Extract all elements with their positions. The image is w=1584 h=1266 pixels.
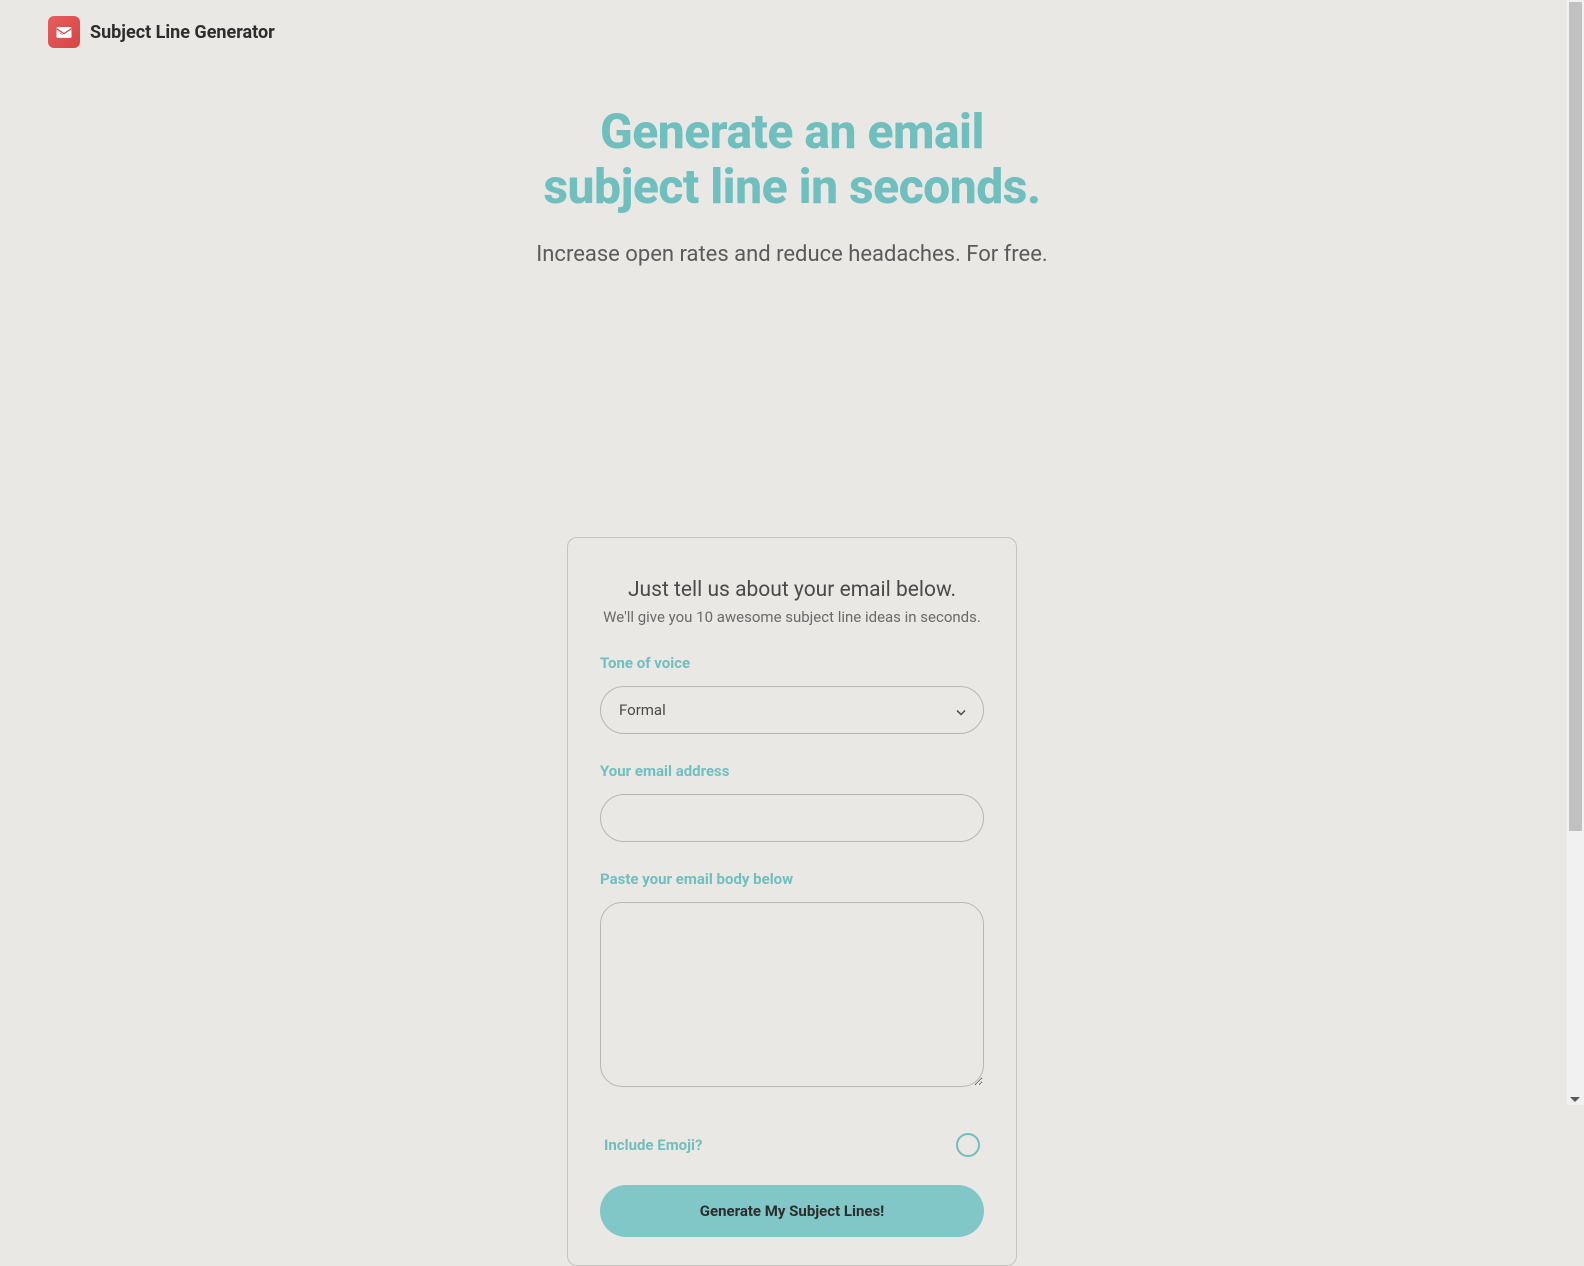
email-field[interactable] bbox=[600, 794, 984, 842]
emoji-toggle[interactable] bbox=[956, 1133, 980, 1157]
scrollbar-track[interactable] bbox=[1567, 0, 1584, 1105]
emoji-label: Include Emoji? bbox=[604, 1136, 703, 1154]
hero-section: Generate an email subject line in second… bbox=[0, 104, 1584, 267]
tone-label: Tone of voice bbox=[600, 654, 984, 672]
body-label: Paste your email body below bbox=[600, 870, 984, 888]
email-form-group: Your email address bbox=[600, 762, 984, 842]
scrollbar-arrow-down-icon[interactable] bbox=[1570, 1097, 1580, 1102]
generate-button[interactable]: Generate My Subject Lines! bbox=[600, 1185, 984, 1237]
tone-form-group: Tone of voice Formal bbox=[600, 654, 984, 734]
hero-title: Generate an email subject line in second… bbox=[0, 104, 1584, 214]
card-heading: Just tell us about your email below. bbox=[600, 578, 984, 602]
scrollbar-thumb[interactable] bbox=[1569, 2, 1582, 831]
tone-select[interactable]: Formal bbox=[600, 686, 984, 734]
card-subheading: We'll give you 10 awesome subject line i… bbox=[600, 608, 984, 626]
envelope-icon bbox=[48, 16, 80, 48]
email-label: Your email address bbox=[600, 762, 984, 780]
hero-title-line1: Generate an email bbox=[600, 103, 984, 160]
emoji-toggle-row: Include Emoji? bbox=[600, 1133, 984, 1157]
tone-select-wrapper: Formal bbox=[600, 686, 984, 734]
form-card: Just tell us about your email below. We'… bbox=[567, 537, 1017, 1266]
app-header: Subject Line Generator bbox=[0, 0, 1584, 64]
hero-subtitle: Increase open rates and reduce headaches… bbox=[0, 242, 1584, 267]
body-form-group: Paste your email body below bbox=[600, 870, 984, 1091]
app-title: Subject Line Generator bbox=[90, 22, 275, 43]
body-textarea[interactable] bbox=[600, 902, 984, 1087]
hero-title-line2: subject line in seconds. bbox=[543, 158, 1040, 215]
